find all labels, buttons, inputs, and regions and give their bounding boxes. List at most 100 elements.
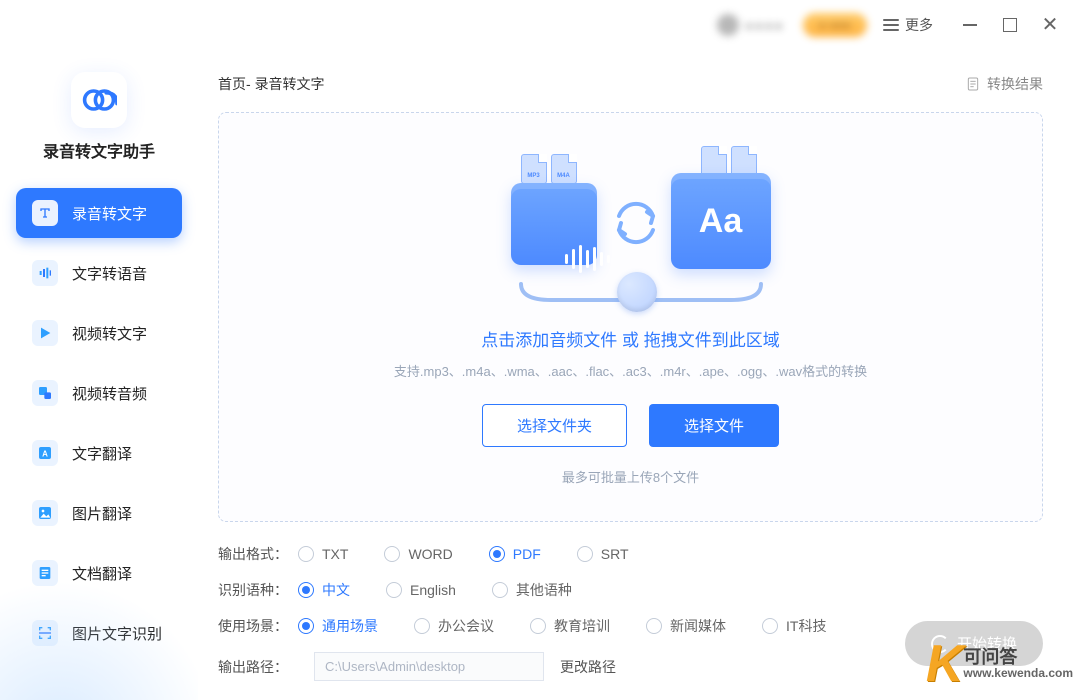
breadcrumb-separator: - <box>246 76 255 92</box>
radio-icon <box>646 618 662 634</box>
dropzone-subtitle: 支持.mp3、.m4a、.wma、.aac、.flac、.ac3、.m4r、.a… <box>394 361 867 380</box>
waveform-icon <box>565 245 610 273</box>
radio-icon <box>298 618 314 634</box>
option-label: 识别语种： <box>218 580 298 600</box>
option-label: 输出格式： <box>218 544 298 564</box>
result-label: 转换结果 <box>987 74 1043 94</box>
option-row-format: 输出格式： TXT WORD PDF SRT <box>218 544 1043 564</box>
radio-icon <box>414 618 430 634</box>
body-area: 录音转文字助手 录音转文字 文字转语音 视频转文字 视频转音频 <box>0 50 1077 700</box>
nav-label: 录音转文字 <box>72 203 147 224</box>
select-folder-button[interactable]: 选择文件夹 <box>482 404 627 447</box>
radio-icon <box>492 582 508 598</box>
nav-item-audio-to-text[interactable]: 录音转文字 <box>16 188 182 238</box>
nav-label: 文字翻译 <box>72 443 132 464</box>
aa-label: Aa <box>699 202 742 241</box>
radio-other-lang[interactable]: 其他语种 <box>492 580 572 600</box>
radio-icon <box>386 582 402 598</box>
play-icon <box>32 320 58 346</box>
option-row-language: 识别语种： 中文 English 其他语种 <box>218 580 1043 600</box>
main-content: 首页- 录音转文字 转换结果 MP3 M4A <box>198 50 1077 700</box>
sidebar: 录音转文字助手 录音转文字 文字转语音 视频转文字 视频转音频 <box>0 50 198 700</box>
doc-files-icon <box>701 146 757 176</box>
user-name: ●●●● <box>745 18 784 33</box>
crumb-home[interactable]: 首页 <box>218 76 246 92</box>
start-label: 开始转换 <box>957 633 1017 654</box>
brand-name: 录音转文字助手 <box>0 138 198 162</box>
nav-item-video-to-audio[interactable]: 视频转音频 <box>16 368 182 418</box>
output-path-input[interactable] <box>314 652 544 681</box>
radio-office[interactable]: 办公会议 <box>414 616 494 636</box>
nav-item-text-to-speech[interactable]: 文字转语音 <box>16 248 182 298</box>
option-label: 输出路径： <box>218 657 298 677</box>
spinner-icon <box>931 635 949 653</box>
crumb-row: 首页- 录音转文字 转换结果 <box>218 74 1043 94</box>
nav-item-ocr[interactable]: 图片文字识别 <box>16 608 182 658</box>
maximize-button[interactable] <box>1001 16 1019 34</box>
radio-group-language: 中文 English 其他语种 <box>298 580 1043 600</box>
radio-icon <box>384 546 400 562</box>
radio-srt[interactable]: SRT <box>577 546 629 562</box>
radio-english[interactable]: English <box>386 580 456 600</box>
knob-icon <box>617 272 657 312</box>
crumb-current: 录音转文字 <box>255 76 325 92</box>
translate-text-icon: A <box>32 440 58 466</box>
radio-it[interactable]: IT科技 <box>762 616 826 636</box>
radio-chinese[interactable]: 中文 <box>298 580 350 600</box>
more-label: 更多 <box>905 15 933 35</box>
dropzone-title: 点击添加音频文件 或 拖拽文件到此区域 <box>481 326 779 351</box>
nav-label: 文字转语音 <box>72 263 147 284</box>
select-file-button[interactable]: 选择文件 <box>649 404 779 447</box>
change-path-button[interactable]: 更改路径 <box>560 657 616 677</box>
waveform-icon <box>32 260 58 286</box>
radio-icon <box>298 546 314 562</box>
radio-word[interactable]: WORD <box>384 546 452 562</box>
brand: 录音转文字助手 <box>0 62 198 188</box>
text-box-icon: Aa <box>671 173 771 269</box>
start-convert-button[interactable]: 开始转换 <box>905 621 1043 666</box>
swap-arrows-icon <box>611 198 661 248</box>
nav-label: 文档翻译 <box>72 563 132 584</box>
title-bar: ●●●● ● ●●● 更多 ✕ <box>0 0 1077 50</box>
close-button[interactable]: ✕ <box>1041 16 1059 34</box>
nav-item-video-to-text[interactable]: 视频转文字 <box>16 308 182 358</box>
convert-result-button[interactable]: 转换结果 <box>965 74 1043 94</box>
window-controls: ✕ <box>961 16 1059 34</box>
radio-icon <box>762 618 778 634</box>
nav-item-image-translate[interactable]: 图片翻译 <box>16 488 182 538</box>
radio-icon <box>489 546 505 562</box>
scan-icon <box>32 620 58 646</box>
breadcrumb: 首页- 录音转文字 <box>218 74 325 94</box>
illustration: MP3 M4A Aa <box>471 148 791 298</box>
drop-zone[interactable]: MP3 M4A Aa <box>218 112 1043 522</box>
translate-image-icon <box>32 500 58 526</box>
nav-item-text-translate[interactable]: A 文字翻译 <box>16 428 182 478</box>
dropzone-buttons: 选择文件夹 选择文件 <box>482 404 779 447</box>
hamburger-icon <box>883 19 899 31</box>
dropzone-note: 最多可批量上传8个文件 <box>562 467 699 486</box>
translate-doc-icon <box>32 560 58 586</box>
nav-label: 图片翻译 <box>72 503 132 524</box>
app-window: ●●●● ● ●●● 更多 ✕ 录音转文字助手 录音转文字 <box>0 0 1077 700</box>
nav-label: 图片文字识别 <box>72 623 162 644</box>
radio-group-format: TXT WORD PDF SRT <box>298 546 1043 562</box>
promo-button[interactable]: ● ●●● <box>803 13 867 37</box>
audio-box-icon <box>511 183 597 265</box>
nav-item-doc-translate[interactable]: 文档翻译 <box>16 548 182 598</box>
convert-icon <box>32 380 58 406</box>
nav: 录音转文字 文字转语音 视频转文字 视频转音频 A 文字翻译 <box>0 188 198 658</box>
user-area[interactable]: ●●●● <box>717 14 784 36</box>
radio-txt[interactable]: TXT <box>298 546 348 562</box>
radio-icon <box>577 546 593 562</box>
option-label: 使用场景： <box>218 616 298 636</box>
more-button[interactable]: 更多 <box>877 11 939 39</box>
radio-general[interactable]: 通用场景 <box>298 616 378 636</box>
nav-label: 视频转文字 <box>72 323 147 344</box>
user-avatar-icon <box>717 14 739 36</box>
text-icon <box>32 200 58 226</box>
radio-pdf[interactable]: PDF <box>489 546 541 562</box>
radio-education[interactable]: 教育培训 <box>530 616 610 636</box>
radio-news[interactable]: 新闻媒体 <box>646 616 726 636</box>
options: 输出格式： TXT WORD PDF SRT 识别语种： 中文 English … <box>218 544 1043 697</box>
minimize-button[interactable] <box>961 16 979 34</box>
